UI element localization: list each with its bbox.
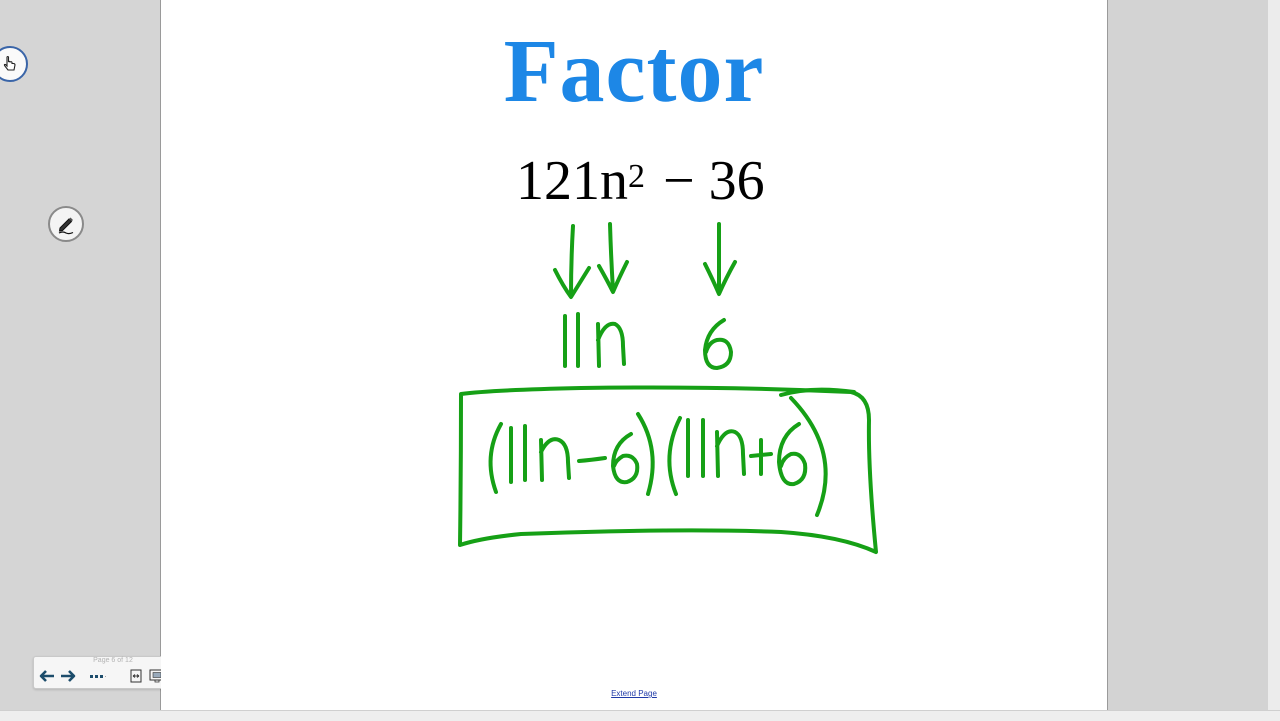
arrow-right-icon bbox=[61, 670, 76, 682]
hw-close-paren-2 bbox=[789, 396, 828, 517]
more-icon bbox=[90, 675, 106, 678]
hw-open-paren-2 bbox=[667, 416, 682, 496]
hw-n2 bbox=[715, 429, 746, 478]
hw-term-n bbox=[596, 321, 626, 368]
pen-tool-button[interactable] bbox=[48, 206, 84, 242]
slide-title: Factor bbox=[503, 22, 765, 121]
arrow-1 bbox=[569, 224, 575, 298]
fit-page-icon bbox=[130, 669, 142, 683]
arrow-1-head bbox=[553, 266, 591, 299]
hw-term-6 bbox=[703, 318, 733, 370]
arrow-left-icon bbox=[39, 670, 54, 682]
pointer-icon bbox=[3, 55, 16, 71]
hw-minus bbox=[577, 456, 607, 463]
answer-box-overlap bbox=[779, 387, 856, 397]
expression-constant: 36 bbox=[708, 150, 765, 212]
next-page-button[interactable] bbox=[60, 668, 76, 684]
fit-page-button[interactable] bbox=[128, 668, 144, 684]
whiteboard-page: Factor 121n2−36 Extend Page bbox=[161, 0, 1107, 710]
arrow-2-head bbox=[597, 260, 629, 294]
hw-plus bbox=[749, 438, 773, 476]
extend-page-link[interactable]: Extend Page bbox=[161, 689, 1107, 698]
right-gutter bbox=[1107, 0, 1280, 710]
right-scroll-edge bbox=[1268, 0, 1280, 710]
bottom-strip bbox=[0, 710, 1280, 721]
more-options-button[interactable] bbox=[89, 668, 111, 684]
left-gutter: Page 6 of 12 bbox=[0, 0, 193, 710]
expression-operator: − bbox=[663, 150, 695, 212]
answer-box bbox=[458, 385, 878, 554]
hw-six-2 bbox=[777, 422, 808, 487]
hw-n1 bbox=[539, 437, 571, 482]
expression-coefficient: 121n bbox=[516, 150, 628, 212]
arrow-2 bbox=[608, 222, 615, 292]
hw-six-1 bbox=[611, 432, 640, 485]
hw-close-paren-1 bbox=[636, 412, 655, 496]
arrow-3-head bbox=[703, 260, 737, 296]
pointer-tool-button[interactable] bbox=[0, 46, 28, 82]
hw-open-paren-1 bbox=[488, 422, 503, 494]
math-expression: 121n2−36 bbox=[516, 146, 765, 216]
previous-page-button[interactable] bbox=[39, 668, 55, 684]
pen-icon bbox=[58, 217, 74, 235]
expression-exponent: 2 bbox=[628, 158, 645, 195]
